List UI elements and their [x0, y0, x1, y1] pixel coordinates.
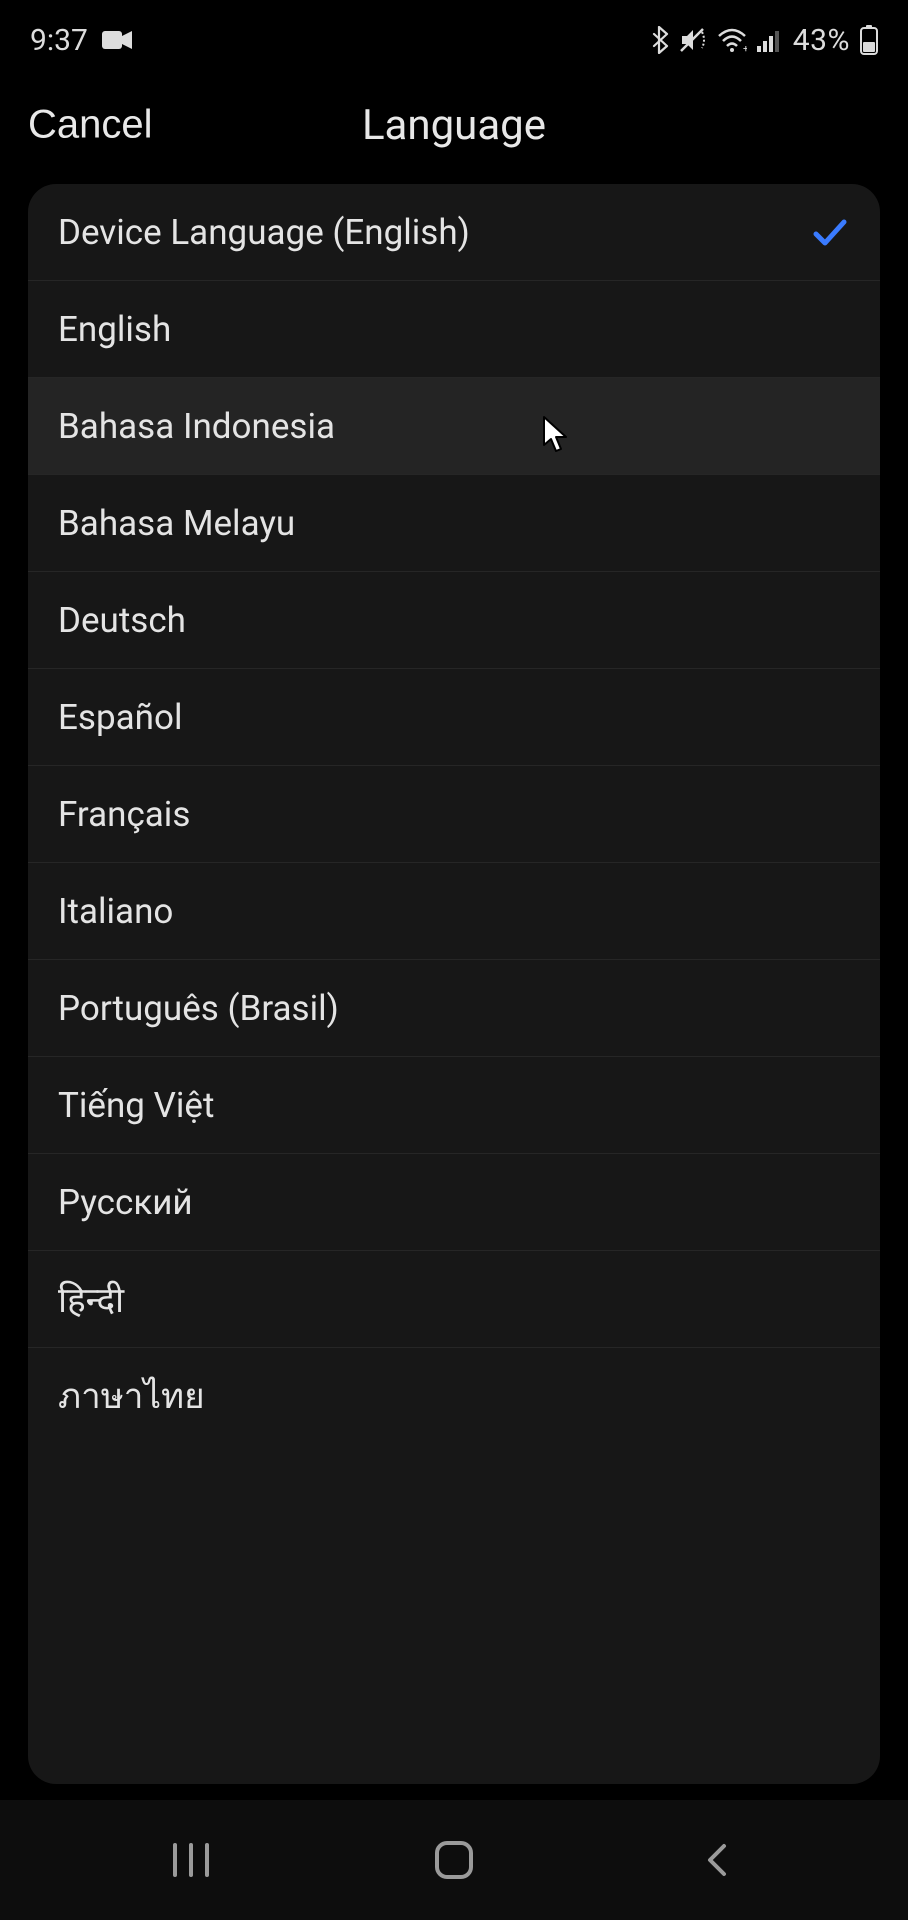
language-label: Device Language (English)	[58, 212, 470, 253]
language-row[interactable]: English	[28, 281, 880, 378]
language-list[interactable]: Device Language (English) English Bahasa I…	[28, 184, 880, 1784]
language-label: Tiếng Việt	[58, 1085, 214, 1126]
camera-icon	[102, 29, 132, 51]
status-time: 9:37	[30, 23, 88, 58]
language-row[interactable]: Bahasa Indonesia	[28, 378, 880, 475]
language-label: Deutsch	[58, 600, 186, 641]
language-row[interactable]: Tiếng Việt	[28, 1057, 880, 1154]
language-row[interactable]: हिन्दी	[28, 1251, 880, 1348]
language-label: English	[58, 309, 171, 350]
battery-icon	[860, 25, 878, 55]
language-row[interactable]: Italiano	[28, 863, 880, 960]
language-row[interactable]: Español	[28, 669, 880, 766]
language-row[interactable]: ภาษาไทย	[28, 1348, 880, 1445]
language-label: Español	[58, 697, 182, 738]
page-title: Language	[362, 101, 546, 150]
language-label: Bahasa Indonesia	[58, 406, 335, 447]
language-row[interactable]: Deutsch	[28, 572, 880, 669]
battery-percent: 43%	[793, 23, 850, 58]
home-button[interactable]	[394, 1830, 514, 1890]
language-label: Русский	[58, 1182, 193, 1223]
language-row[interactable]: Device Language (English)	[28, 184, 880, 281]
status-left: 9:37	[30, 23, 132, 58]
recents-button[interactable]	[131, 1830, 251, 1890]
back-button[interactable]	[657, 1830, 777, 1890]
status-right: + 43%	[651, 23, 878, 58]
language-row[interactable]: Português (Brasil)	[28, 960, 880, 1057]
bluetooth-icon	[651, 26, 669, 54]
language-label: हिन्दी	[58, 1276, 124, 1323]
system-nav-bar	[0, 1800, 908, 1920]
language-label: Français	[58, 794, 190, 835]
language-row[interactable]: Bahasa Melayu	[28, 475, 880, 572]
language-row[interactable]: Français	[28, 766, 880, 863]
header: Cancel Language	[0, 80, 908, 170]
cancel-button[interactable]: Cancel	[28, 103, 153, 148]
svg-text:+: +	[743, 44, 747, 52]
wifi-icon: +	[717, 28, 747, 52]
language-label: Italiano	[58, 891, 173, 932]
language-label: ภาษาไทย	[58, 1369, 205, 1424]
language-label: Bahasa Melayu	[58, 503, 295, 544]
language-label: Português (Brasil)	[58, 988, 339, 1029]
language-row[interactable]: Русский	[28, 1154, 880, 1251]
mute-vibrate-icon	[679, 27, 707, 53]
status-bar: 9:37 + 43%	[0, 0, 908, 80]
signal-icon	[757, 28, 783, 52]
check-icon	[810, 212, 850, 252]
